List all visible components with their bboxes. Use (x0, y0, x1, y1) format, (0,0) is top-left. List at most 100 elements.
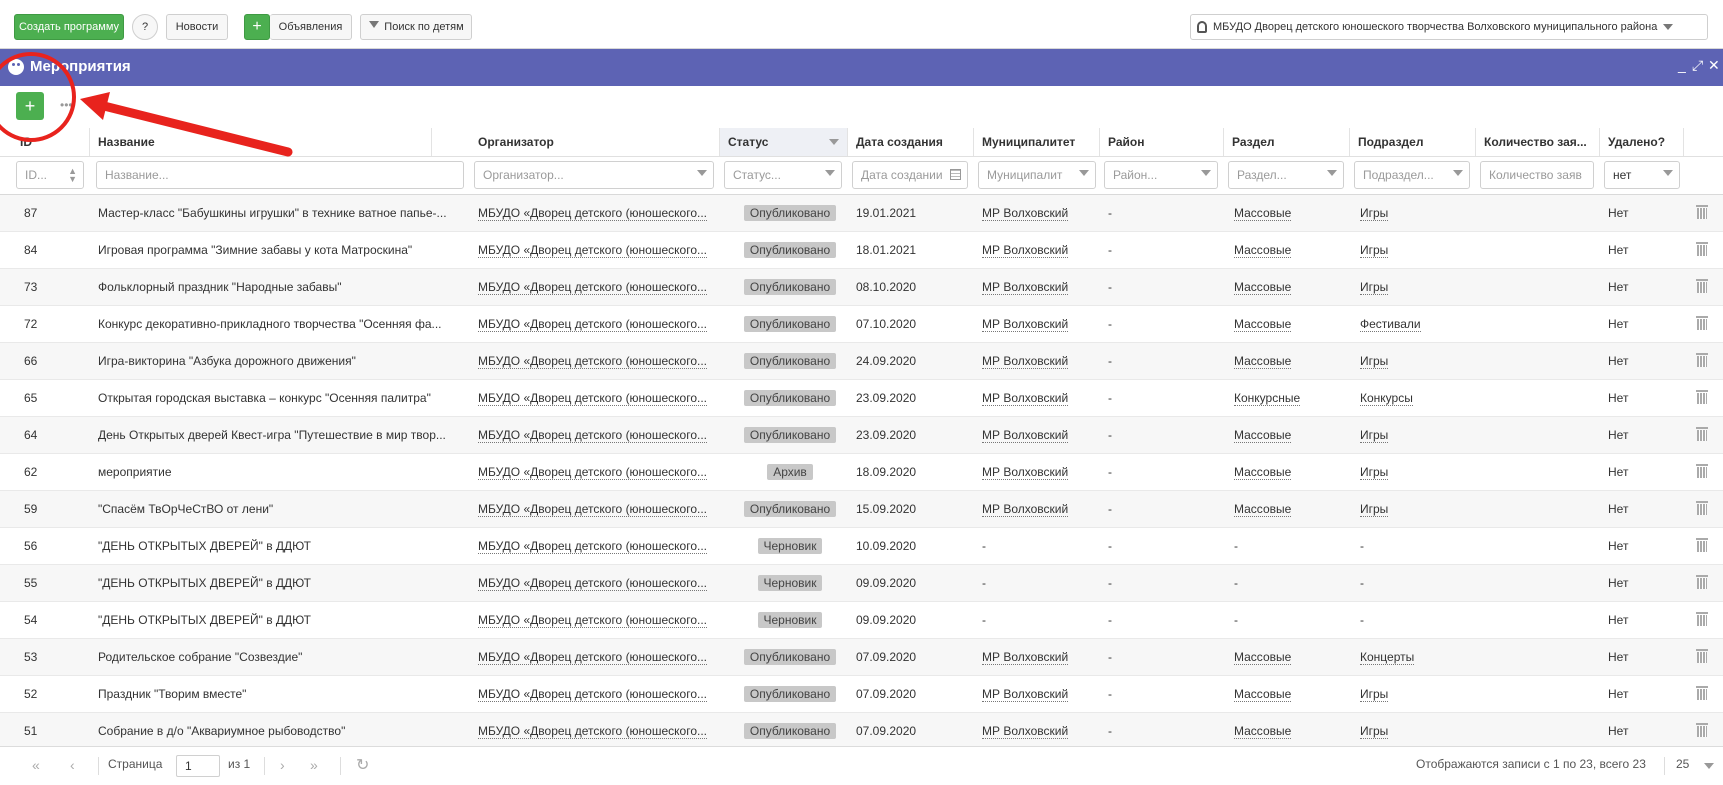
cell-mun-text[interactable]: МР Волховский (982, 650, 1069, 665)
cell-sub-text[interactable]: Игры (1360, 428, 1389, 443)
cell-mun-text[interactable]: МР Волховский (982, 502, 1069, 517)
count-filter[interactable]: Количество заяв (1480, 161, 1594, 189)
cell-org-text[interactable]: МБУДО «Дворец детского (юношеского... (478, 687, 708, 702)
cell-section-text[interactable]: Массовые (1234, 206, 1292, 221)
cell-sub-text[interactable]: Игры (1360, 465, 1389, 480)
cell-sub[interactable]: - (1360, 602, 1470, 638)
cell-org-text[interactable]: МБУДО «Дворец детского (юношеского... (478, 280, 708, 295)
status-filter[interactable]: Статус... (724, 161, 842, 189)
cell-org[interactable]: МБУДО «Дворец детского (юношеского... (478, 528, 714, 564)
cell-mun[interactable]: МР Волховский (982, 232, 1094, 268)
cell-sub-text[interactable]: Игры (1360, 354, 1389, 369)
cell-section[interactable]: Массовые (1234, 676, 1344, 712)
cell-section-text[interactable]: Массовые (1234, 428, 1292, 443)
first-page-icon[interactable]: « (32, 757, 40, 773)
cell-section[interactable]: Массовые (1234, 454, 1344, 490)
prev-page-icon[interactable]: ‹ (70, 757, 75, 773)
cell-sub[interactable]: Конкурсы (1360, 380, 1470, 416)
cell-sub[interactable]: Игры (1360, 195, 1470, 231)
cell-sub[interactable]: Игры (1360, 343, 1470, 379)
cell-sub-text[interactable]: Игры (1360, 502, 1389, 517)
restore-icon[interactable]: ⤢ (1692, 57, 1703, 74)
cell-org-text[interactable]: МБУДО «Дворец детского (юношеского... (478, 465, 708, 480)
col-municipality[interactable]: Муниципалитет (974, 128, 1100, 156)
table-row[interactable]: 53 Родительское собрание "Созвездие" МБУДО… (0, 639, 1723, 676)
cell-mun[interactable]: МР Волховский (982, 713, 1094, 749)
deleted-filter[interactable]: нет (1604, 161, 1680, 189)
cell-mun[interactable]: - (982, 565, 1094, 601)
cell-section-text[interactable]: Массовые (1234, 317, 1292, 332)
table-row[interactable]: 73 Фольклорный праздник "Народные забавы"… (0, 269, 1723, 306)
next-page-icon[interactable]: › (280, 757, 285, 773)
section-filter[interactable]: Раздел... (1228, 161, 1344, 189)
cell-mun-text[interactable]: МР Волховский (982, 206, 1069, 221)
cell-org-text[interactable]: МБУДО «Дворец детского (юношеского... (478, 724, 708, 739)
cell-org-text[interactable]: МБУДО «Дворец детского (юношеского... (478, 391, 708, 406)
cell-sub[interactable]: - (1360, 528, 1470, 564)
cell-mun[interactable]: МР Волховский (982, 491, 1094, 527)
cell-mun[interactable]: МР Волховский (982, 454, 1094, 490)
trash-icon[interactable] (1696, 464, 1708, 478)
table-row[interactable]: 59 "Спасём ТвОрЧеСтВО от лени" МБУДО «Двор… (0, 491, 1723, 528)
col-section[interactable]: Раздел (1224, 128, 1350, 156)
cell-mun[interactable]: МР Волховский (982, 380, 1094, 416)
cell-org[interactable]: МБУДО «Дворец детского (юношеского... (478, 491, 714, 527)
page-input[interactable]: 1 (176, 755, 220, 777)
organization-select[interactable]: МБУДО Дворец детского юношеского творчес… (1190, 14, 1708, 40)
cell-mun[interactable]: - (982, 602, 1094, 638)
cell-sub[interactable]: Игры (1360, 491, 1470, 527)
cell-mun-text[interactable]: МР Волховский (982, 243, 1069, 258)
col-deleted[interactable]: Удалено? (1600, 128, 1684, 156)
trash-icon[interactable] (1696, 427, 1708, 441)
cell-sub-text[interactable]: Конкурсы (1360, 391, 1413, 406)
cell-org-text[interactable]: МБУДО «Дворец детского (юношеского... (478, 428, 708, 443)
cell-mun[interactable]: МР Волховский (982, 676, 1094, 712)
cell-sub-text[interactable]: Игры (1360, 206, 1389, 221)
cell-org-text[interactable]: МБУДО «Дворец детского (юношеского... (478, 576, 708, 591)
cell-sub-text[interactable]: Игры (1360, 243, 1389, 258)
cell-org-text[interactable]: МБУДО «Дворец детского (юношеского... (478, 613, 708, 628)
cell-org[interactable]: МБУДО «Дворец детского (юношеского... (478, 232, 714, 268)
subsection-filter[interactable]: Подраздел... (1354, 161, 1470, 189)
cell-section-text[interactable]: Массовые (1234, 465, 1292, 480)
trash-icon[interactable] (1696, 205, 1708, 219)
cell-sub[interactable]: Игры (1360, 454, 1470, 490)
cell-sub[interactable]: Игры (1360, 417, 1470, 453)
cell-section[interactable]: Массовые (1234, 306, 1344, 342)
cell-mun[interactable]: МР Волховский (982, 417, 1094, 453)
per-page-select[interactable]: 25 (1676, 757, 1689, 771)
cell-section-text[interactable]: Массовые (1234, 724, 1292, 739)
cell-org-text[interactable]: МБУДО «Дворец детского (юношеского... (478, 539, 708, 554)
search-children-button[interactable]: Поиск по детям (360, 14, 472, 40)
cell-sub[interactable]: Концерты (1360, 639, 1470, 675)
cell-mun-text[interactable]: МР Волховский (982, 354, 1069, 369)
cell-org[interactable]: МБУДО «Дворец детского (юношеского... (478, 639, 714, 675)
trash-icon[interactable] (1696, 353, 1708, 367)
table-row[interactable]: 66 Игра-викторина "Азбука дорожного движе… (0, 343, 1723, 380)
table-row[interactable]: 87 Мастер-класс "Бабушкины игрушки" в тех… (0, 195, 1723, 232)
cell-org-text[interactable]: МБУДО «Дворец детского (юношеского... (478, 243, 708, 258)
cell-section-text[interactable]: Массовые (1234, 354, 1292, 369)
col-organizer[interactable]: Организатор (470, 128, 720, 156)
col-status[interactable]: Статус (720, 128, 848, 156)
trash-icon[interactable] (1696, 390, 1708, 404)
cell-section-text[interactable]: Конкурсные (1234, 391, 1301, 406)
cell-sub[interactable]: - (1360, 565, 1470, 601)
cell-sub[interactable]: Игры (1360, 269, 1470, 305)
cell-mun[interactable]: - (982, 528, 1094, 564)
cell-org[interactable]: МБУДО «Дворец детского (юношеского... (478, 269, 714, 305)
cell-org[interactable]: МБУДО «Дворец детского (юношеского... (478, 195, 714, 231)
cell-section[interactable]: - (1234, 528, 1344, 564)
table-row[interactable]: 84 Игровая программа "Зимние забавы у кот… (0, 232, 1723, 269)
cell-org-text[interactable]: МБУДО «Дворец детского (юношеского... (478, 502, 708, 517)
cell-mun[interactable]: МР Волховский (982, 195, 1094, 231)
cell-section-text[interactable]: Массовые (1234, 650, 1292, 665)
table-row[interactable]: 54 "ДЕНЬ ОТКРЫТЫХ ДВЕРЕЙ" в ДДЮТ МБУДО «Дв… (0, 602, 1723, 639)
trash-icon[interactable] (1696, 501, 1708, 515)
cell-mun[interactable]: МР Волховский (982, 343, 1094, 379)
cell-section[interactable]: Массовые (1234, 269, 1344, 305)
cell-mun-text[interactable]: МР Волховский (982, 465, 1069, 480)
col-district[interactable]: Район (1100, 128, 1224, 156)
cell-org[interactable]: МБУДО «Дворец детского (юношеского... (478, 306, 714, 342)
cell-org-text[interactable]: МБУДО «Дворец детского (юношеского... (478, 650, 708, 665)
